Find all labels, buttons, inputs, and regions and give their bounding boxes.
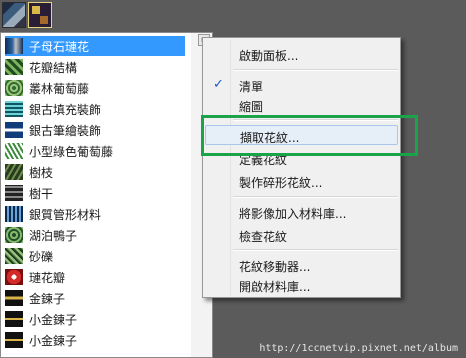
- pattern-label: 璉花瓣: [29, 270, 66, 285]
- pattern-thumbnail: [5, 332, 23, 348]
- pattern-label: 花瓣結構: [29, 60, 78, 75]
- pattern-list-item[interactable]: 砂礫: [5, 246, 185, 266]
- pattern-thumbnail: [5, 101, 23, 117]
- menu-item-inspect-pattern[interactable]: 檢查花紋: [205, 225, 398, 245]
- pattern-list-item[interactable]: 樹干: [5, 183, 185, 203]
- pattern-label: 小金鍊子: [29, 333, 78, 348]
- context-menu: 啟動面板... ✓ 清單 縮圖 擷取花紋... 定義花紋 製作碎形花紋... 將…: [202, 37, 401, 298]
- pattern-thumbnail: [5, 311, 23, 327]
- annotation-highlight-box: [201, 115, 418, 156]
- pattern-label: 叢林葡萄藤: [29, 81, 90, 96]
- pattern-thumbnail: [5, 206, 23, 222]
- menu-separator: [233, 69, 398, 71]
- pattern-label: 樹干: [29, 186, 54, 201]
- pattern-list-panel: ▸ 子母石璉花 花瓣結構 叢林葡萄藤 銀古填充裝飾 銀古筆繪裝飾 小型綠色葡萄藤…: [0, 32, 213, 358]
- pattern-list-item[interactable]: 璉花瓣: [5, 267, 185, 287]
- pattern-thumbnail: [5, 290, 23, 306]
- pattern-label: 銀質管形材料: [29, 207, 102, 222]
- pattern-list-item[interactable]: 子母石璉花: [5, 36, 185, 56]
- pattern-thumbnail: [5, 80, 23, 96]
- menu-item-make-fractal-pattern[interactable]: 製作碎形花紋...: [205, 171, 398, 191]
- check-icon: ✓: [213, 77, 224, 92]
- pattern-label: 銀古填充裝飾: [29, 102, 102, 117]
- pattern-thumbnail: [5, 59, 23, 75]
- pattern-thumbnail: [5, 269, 23, 285]
- watermark-url: http://1ccnetvip.pixnet.net/album: [259, 343, 458, 354]
- pattern-list-item[interactable]: 金鍊子: [5, 288, 185, 308]
- pattern-list-item[interactable]: 銀古筆繪裝飾: [5, 120, 185, 140]
- pattern-list-item[interactable]: 小金鍊子: [5, 309, 185, 329]
- menu-item-thumbnails[interactable]: 縮圖: [205, 95, 398, 115]
- menu-item-label: 製作碎形花紋...: [239, 176, 323, 190]
- menu-item-list[interactable]: ✓ 清單: [205, 75, 398, 95]
- pattern-thumbnail: [5, 185, 23, 201]
- pattern-thumbnail: [5, 122, 23, 138]
- menu-item-label: 清單: [239, 80, 264, 94]
- menu-item-label: 將影像加入材料庫...: [239, 207, 347, 221]
- pattern-label: 樹枝: [29, 165, 54, 180]
- pattern-thumbnail: [5, 164, 23, 180]
- menu-separator: [233, 249, 398, 251]
- pattern-list-item[interactable]: 銀質管形材料: [5, 204, 185, 224]
- pattern-list-item[interactable]: 小型綠色葡萄藤: [5, 141, 185, 161]
- pattern-thumbnail: [5, 143, 23, 159]
- menu-item-label: 開啟材料庫...: [239, 280, 311, 294]
- menu-separator: [233, 196, 398, 198]
- texture-swatch-button[interactable]: [28, 2, 52, 28]
- menu-item-label: 啟動面板...: [239, 49, 299, 63]
- menu-item-add-image-to-library[interactable]: 將影像加入材料庫...: [205, 202, 398, 222]
- pattern-list-item[interactable]: 樹枝: [5, 162, 185, 182]
- menu-item-label: 檢查花紋: [239, 230, 288, 244]
- pattern-swatch-button[interactable]: [2, 2, 26, 28]
- menu-item-launch-panel[interactable]: 啟動面板...: [205, 44, 398, 64]
- pattern-list-item[interactable]: 花瓣結構: [5, 57, 185, 77]
- pattern-label: 銀古筆繪裝飾: [29, 123, 102, 138]
- menu-item-label: 花紋移動器...: [239, 260, 311, 274]
- menu-item-label: 縮圖: [239, 100, 264, 114]
- pattern-thumbnail: [5, 38, 23, 54]
- pattern-label: 砂礫: [29, 249, 54, 264]
- pattern-thumbnail: [5, 227, 23, 243]
- pattern-list-item[interactable]: 銀古填充裝飾: [5, 99, 185, 119]
- menu-item-open-library[interactable]: 開啟材料庫...: [205, 275, 398, 295]
- toolbar-strip: [0, 0, 466, 32]
- pattern-label: 小型綠色葡萄藤: [29, 144, 114, 159]
- pattern-list-item[interactable]: 湖泊鴨子: [5, 225, 185, 245]
- pattern-label: 小金鍊子: [29, 312, 78, 327]
- pattern-list-item[interactable]: 叢林葡萄藤: [5, 78, 185, 98]
- pattern-list-item[interactable]: 小金鍊子: [5, 330, 185, 350]
- pattern-label: 金鍊子: [29, 291, 66, 306]
- pattern-label: 湖泊鴨子: [29, 228, 78, 243]
- pattern-label: 子母石璉花: [29, 39, 90, 54]
- menu-item-pattern-mover[interactable]: 花紋移動器...: [205, 255, 398, 275]
- pattern-thumbnail: [5, 248, 23, 264]
